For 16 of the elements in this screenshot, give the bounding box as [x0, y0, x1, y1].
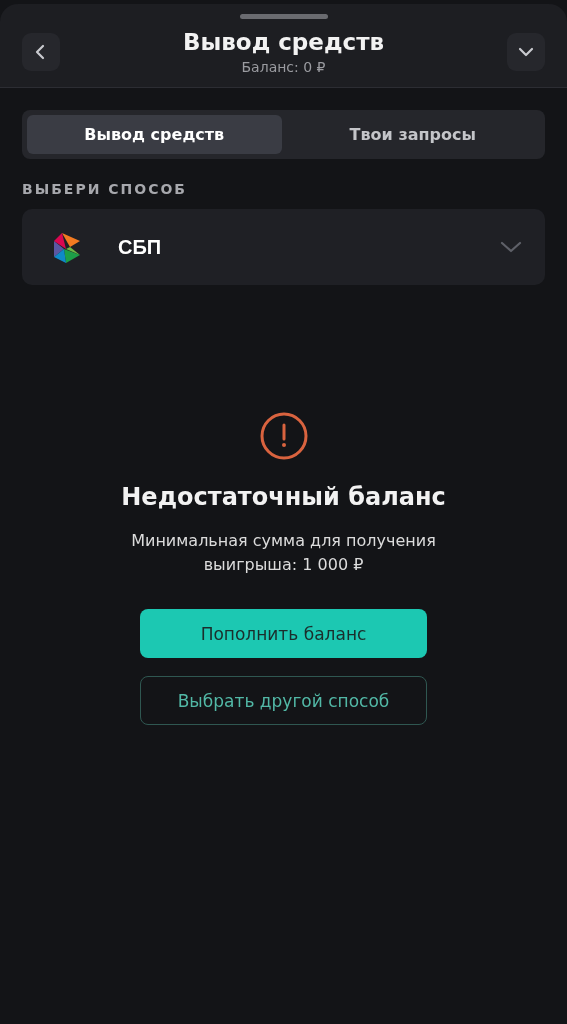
method-dropdown[interactable]: СБП — [22, 209, 545, 285]
collapse-button[interactable] — [507, 33, 545, 71]
back-button[interactable] — [22, 33, 60, 71]
section-label: ВЫБЕРИ СПОСОБ — [22, 181, 188, 197]
tab[interactable]: Вывод средств — [27, 115, 282, 154]
tab[interactable]: Твои запросы — [285, 115, 540, 154]
balance-text: Баланс: 0 ₽ — [240, 59, 327, 75]
notice-text: Минимальная сумма для получения выигрыша: 1 000 ₽ — [130, 530, 437, 576]
window-title: Вывод средств — [182, 29, 385, 55]
other-method-button[interactable]: Выбрать другой способ — [140, 676, 427, 725]
chevron-down-icon — [517, 46, 535, 58]
notice-title: Недостаточный баланс — [121, 483, 446, 511]
top-up-button[interactable]: Пополнить баланс — [140, 609, 427, 658]
drag-handle[interactable] — [239, 14, 328, 19]
warning-icon — [258, 411, 309, 461]
chevron-down-icon — [499, 240, 523, 254]
